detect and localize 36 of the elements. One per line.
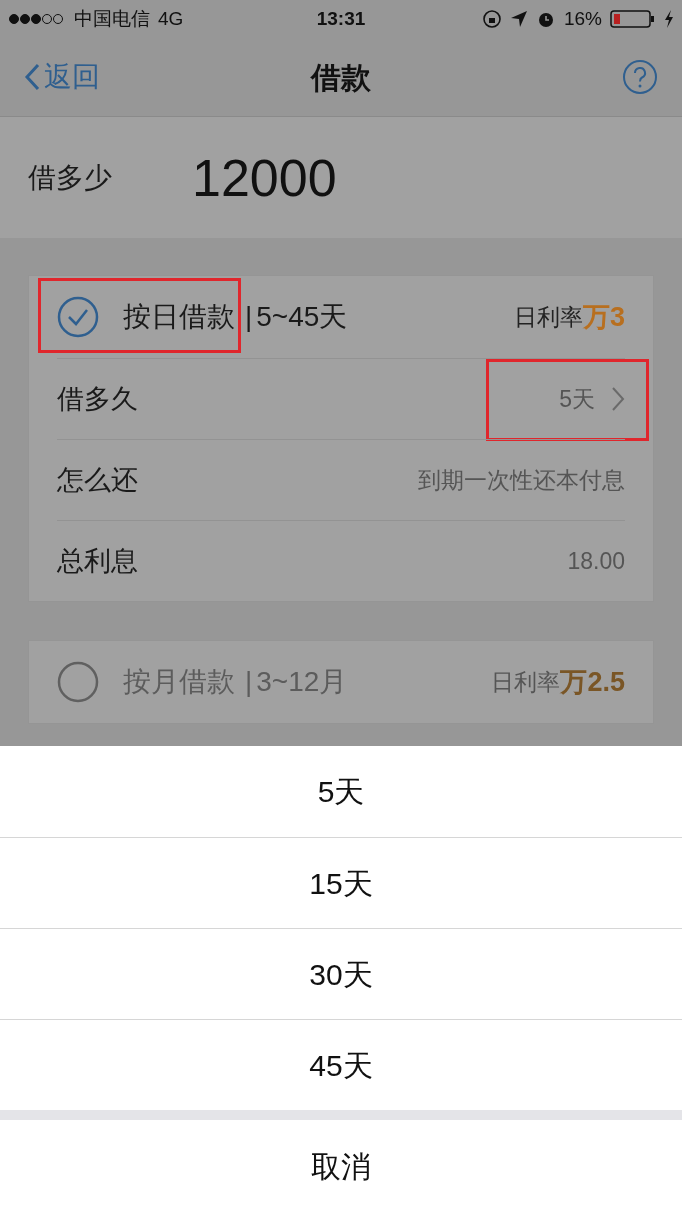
charging-icon	[664, 10, 674, 28]
checked-circle-icon[interactable]	[57, 296, 99, 338]
plan-range: 3~12月	[256, 665, 348, 699]
row-value: 18.00	[567, 546, 625, 576]
battery-percent: 16%	[564, 6, 602, 31]
empty-circle-icon[interactable]	[57, 661, 99, 703]
signal-icon	[8, 13, 66, 25]
separator: |	[245, 300, 253, 334]
clock-time: 13:31	[316, 6, 366, 31]
network-type: 4G	[158, 6, 184, 31]
carrier-name: 中国电信	[74, 6, 150, 31]
row-label: 怎么还	[57, 463, 139, 497]
cancel-button[interactable]: 取消	[0, 1120, 682, 1212]
row-label: 总利息	[57, 544, 139, 578]
sheet-option[interactable]: 15天	[0, 837, 682, 928]
amount-label: 借多少	[28, 160, 113, 195]
rate-value: 万3	[582, 300, 625, 334]
sheet-option[interactable]: 45天	[0, 1019, 682, 1110]
amount-value: 12000	[192, 147, 337, 209]
sheet-option[interactable]: 5天	[0, 746, 682, 837]
sheet-option[interactable]: 30天	[0, 928, 682, 1019]
chevron-right-icon	[611, 386, 625, 412]
chevron-left-icon	[24, 63, 40, 91]
battery-icon	[610, 9, 656, 29]
plan-title: 按日借款	[123, 300, 235, 334]
page-title: 借款	[311, 59, 371, 96]
help-icon[interactable]	[622, 59, 658, 95]
row-value: 到期一次性还本付息	[418, 465, 625, 495]
rate-value: 万2.5	[560, 665, 625, 699]
rate-label: 日利率	[513, 302, 583, 332]
location-icon	[510, 10, 528, 28]
separator: |	[245, 665, 253, 699]
plan-title: 按月借款	[123, 665, 235, 699]
row-label: 借多久	[57, 382, 139, 416]
rate-label: 日利率	[491, 667, 561, 697]
plan-range: 5~45天	[256, 300, 348, 334]
